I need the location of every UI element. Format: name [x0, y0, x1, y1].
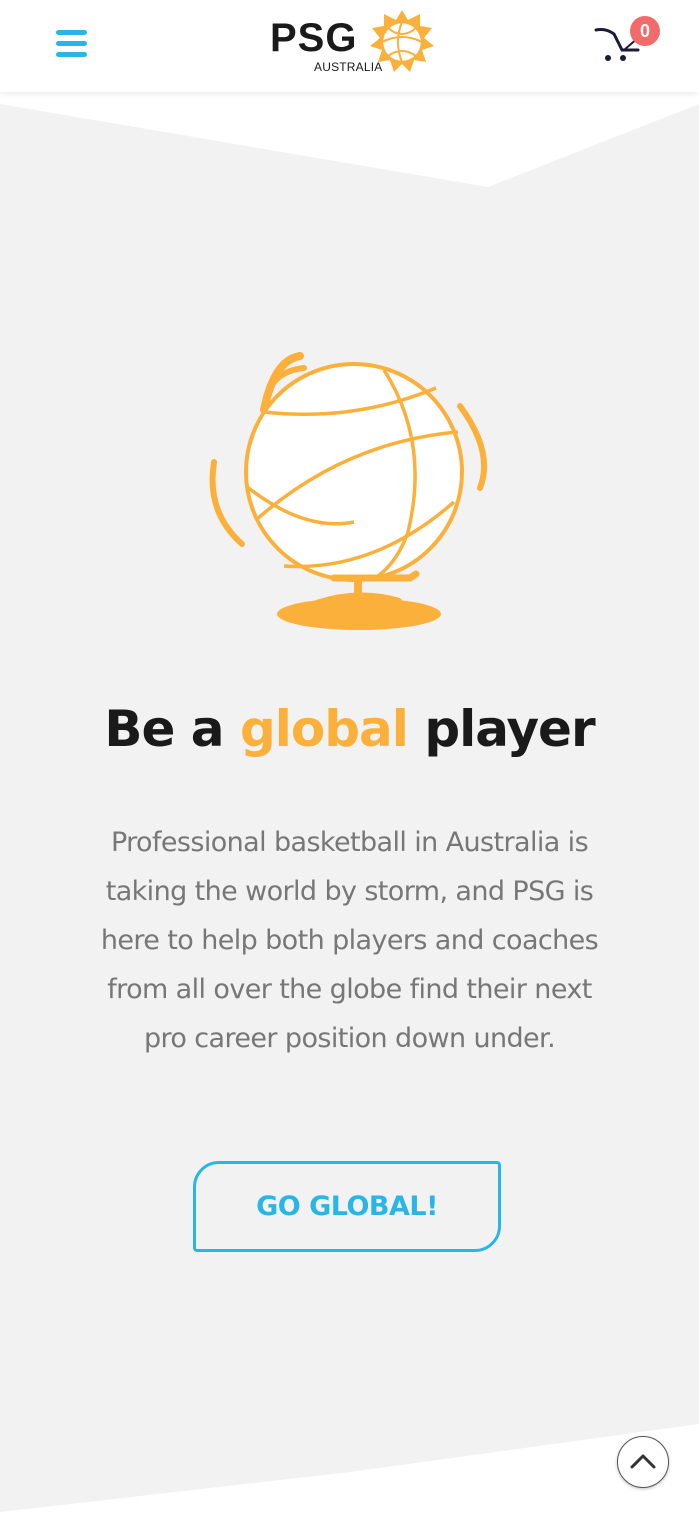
logo-main-text: PSG — [270, 16, 358, 60]
headline-accent-text: global — [239, 700, 409, 758]
chevron-up-icon — [630, 1454, 656, 1469]
headline-text-after: player — [407, 700, 595, 758]
hero-description: Professional basketball in Australia is … — [100, 827, 599, 1054]
scroll-to-top-button[interactable] — [617, 1436, 669, 1488]
section-background — [0, 104, 699, 1512]
basketball-globe-icon — [209, 352, 488, 630]
headline-text-before: Be a — [104, 700, 240, 758]
page-headline: Be a global player — [0, 700, 699, 758]
go-global-button[interactable]: GO GLOBAL! — [193, 1161, 501, 1252]
basketball-sun-icon — [370, 10, 434, 72]
psg-australia-logo[interactable]: PSG AUSTRALIA — [270, 10, 440, 80]
shopping-cart-button[interactable]: 0 — [592, 16, 664, 66]
hamburger-menu-icon[interactable] — [56, 30, 87, 57]
site-header: PSG AUSTRALIA 0 — [0, 0, 699, 92]
cart-count-badge: 0 — [630, 16, 660, 46]
